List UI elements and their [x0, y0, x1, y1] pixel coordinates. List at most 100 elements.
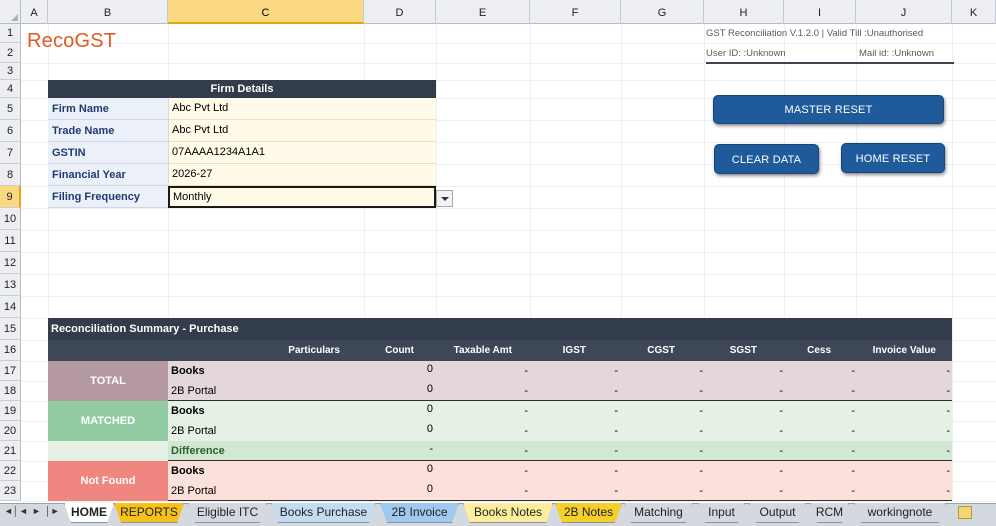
gstin-label: GSTIN [48, 142, 168, 164]
value-cell: - [524, 425, 528, 437]
row-label: 2B Portal [171, 425, 217, 437]
value-cell: - [614, 385, 618, 397]
row-header-6[interactable]: 6 [0, 120, 21, 142]
row-header-19[interactable]: 19 [0, 401, 21, 421]
row-header-11[interactable]: 11 [0, 230, 21, 252]
row-header-4[interactable]: 4 [0, 80, 21, 98]
sheet-tab-2b-invoice[interactable]: 2B Invoice [380, 503, 459, 523]
gstin-input[interactable]: 07AAAA1234A1A1 [168, 142, 436, 164]
summary-title: Reconciliation Summary - Purchase [48, 318, 952, 340]
row-header-23[interactable]: 23 [0, 481, 21, 501]
first-sheet-icon[interactable]: ◄│ [4, 506, 19, 516]
column-header-f[interactable]: F [530, 0, 621, 24]
master-reset-button[interactable]: MASTER RESET [713, 95, 944, 124]
value-cell: - [614, 485, 618, 497]
app-title: RecoGST [27, 30, 117, 52]
sheet-tab-books-notes[interactable]: Books Notes [463, 503, 553, 523]
sheet-tab-reports[interactable]: REPORTS [114, 503, 184, 523]
sheet-tab-eligible-itc[interactable]: Eligible ITC [188, 503, 267, 523]
summary-col-particulars: Particulars [288, 345, 340, 356]
column-header-i[interactable]: I [784, 0, 856, 24]
sheet-tab-output[interactable]: Output [749, 503, 806, 523]
value-cell: - [851, 365, 855, 377]
row-header-16[interactable]: 16 [0, 340, 21, 361]
value-cell: - [851, 465, 855, 477]
sheet-tab-books-purchase[interactable]: Books Purchase [271, 503, 376, 523]
row-label: 2B Portal [171, 485, 217, 497]
value-cell: - [614, 425, 618, 437]
value-cell: - [946, 465, 950, 477]
header-divider [706, 62, 954, 64]
row-header-15[interactable]: 15 [0, 318, 21, 340]
clear-data-button[interactable]: CLEAR DATA [714, 144, 819, 174]
new-sheet-icon[interactable] [958, 506, 972, 519]
value-cell: - [779, 365, 783, 377]
column-header-d[interactable]: D [364, 0, 436, 24]
sheet-tab-input[interactable]: Input [698, 503, 745, 523]
value-cell: - [614, 405, 618, 417]
trade-name-input[interactable]: Abc Pvt Ltd [168, 120, 436, 142]
column-header-a[interactable]: A [21, 0, 48, 24]
value-cell: - [851, 425, 855, 437]
column-header-j[interactable]: J [856, 0, 952, 24]
value-cell: - [779, 465, 783, 477]
row-header-20[interactable]: 20 [0, 421, 21, 441]
row-header-7[interactable]: 7 [0, 142, 21, 164]
row-header-8[interactable]: 8 [0, 164, 21, 186]
column-header-b[interactable]: B [48, 0, 168, 24]
column-header-g[interactable]: G [621, 0, 704, 24]
financial-year-input[interactable]: 2026-27 [168, 164, 436, 186]
value-cell: - [699, 445, 703, 457]
grid-hline [21, 274, 996, 275]
column-header-h[interactable]: H [704, 0, 784, 24]
summary-col-sgst: SGST [729, 345, 757, 356]
firm-name-input[interactable]: Abc Pvt Ltd [168, 98, 436, 120]
select-all-corner[interactable] [0, 0, 21, 24]
prev-sheet-icon[interactable]: ◄ [19, 506, 28, 516]
summary-group-not-found: Not Found [48, 461, 168, 501]
next-sheet-icon[interactable]: ► [32, 506, 41, 516]
trade-name-label: Trade Name [48, 120, 168, 142]
user-id: User ID: :Unknown [706, 48, 786, 59]
summary-group-total: TOTAL [48, 361, 168, 401]
count-cell: 0 [426, 363, 433, 375]
value-cell: - [946, 405, 950, 417]
row-header-9[interactable]: 9 [0, 186, 21, 208]
financial-year-label: Financial Year [48, 164, 168, 186]
summary-col-invoice-value: Invoice Value [872, 345, 936, 356]
count-cell: 0 [426, 383, 433, 395]
count-cell: 0 [426, 463, 433, 475]
value-cell: - [524, 445, 528, 457]
sheet-tab-home[interactable]: HOME [64, 503, 114, 523]
sheet-tab-2b-notes[interactable]: 2B Notes [555, 503, 622, 523]
summary-column-headers: Particulars Count Taxable Amt IGST CGST SGST C… [48, 340, 952, 361]
filing-frequency-input[interactable]: Monthly [168, 186, 436, 208]
row-header-14[interactable]: 14 [0, 296, 21, 318]
summary-col-igst: IGST [562, 345, 586, 356]
group-separator [168, 500, 952, 501]
row-header-12[interactable]: 12 [0, 252, 21, 274]
grid-vline [952, 24, 953, 501]
home-reset-button[interactable]: HOME RESET [841, 143, 945, 173]
row-header-5[interactable]: 5 [0, 98, 21, 120]
value-cell: - [524, 485, 528, 497]
row-header-3[interactable]: 3 [0, 63, 21, 80]
filing-frequency-dropdown-icon[interactable] [436, 190, 453, 207]
sheet-tab-matching[interactable]: Matching [624, 503, 693, 523]
value-cell: - [946, 425, 950, 437]
row-header-21[interactable]: 21 [0, 441, 21, 461]
column-header-c[interactable]: C [168, 0, 364, 24]
value-cell: - [699, 385, 703, 397]
row-header-17[interactable]: 17 [0, 361, 21, 381]
count-cell: 0 [426, 483, 433, 495]
row-header-2[interactable]: 2 [0, 43, 21, 63]
row-header-10[interactable]: 10 [0, 208, 21, 230]
row-header-22[interactable]: 22 [0, 461, 21, 481]
column-header-e[interactable]: E [436, 0, 530, 24]
last-sheet-icon[interactable]: │► [45, 506, 60, 516]
row-header-13[interactable]: 13 [0, 274, 21, 296]
column-header-k[interactable]: K [952, 0, 996, 24]
row-header-18[interactable]: 18 [0, 381, 21, 401]
row-header-1[interactable]: 1 [0, 24, 21, 43]
sheet-tab-workingnote[interactable]: workingnote [854, 503, 946, 523]
